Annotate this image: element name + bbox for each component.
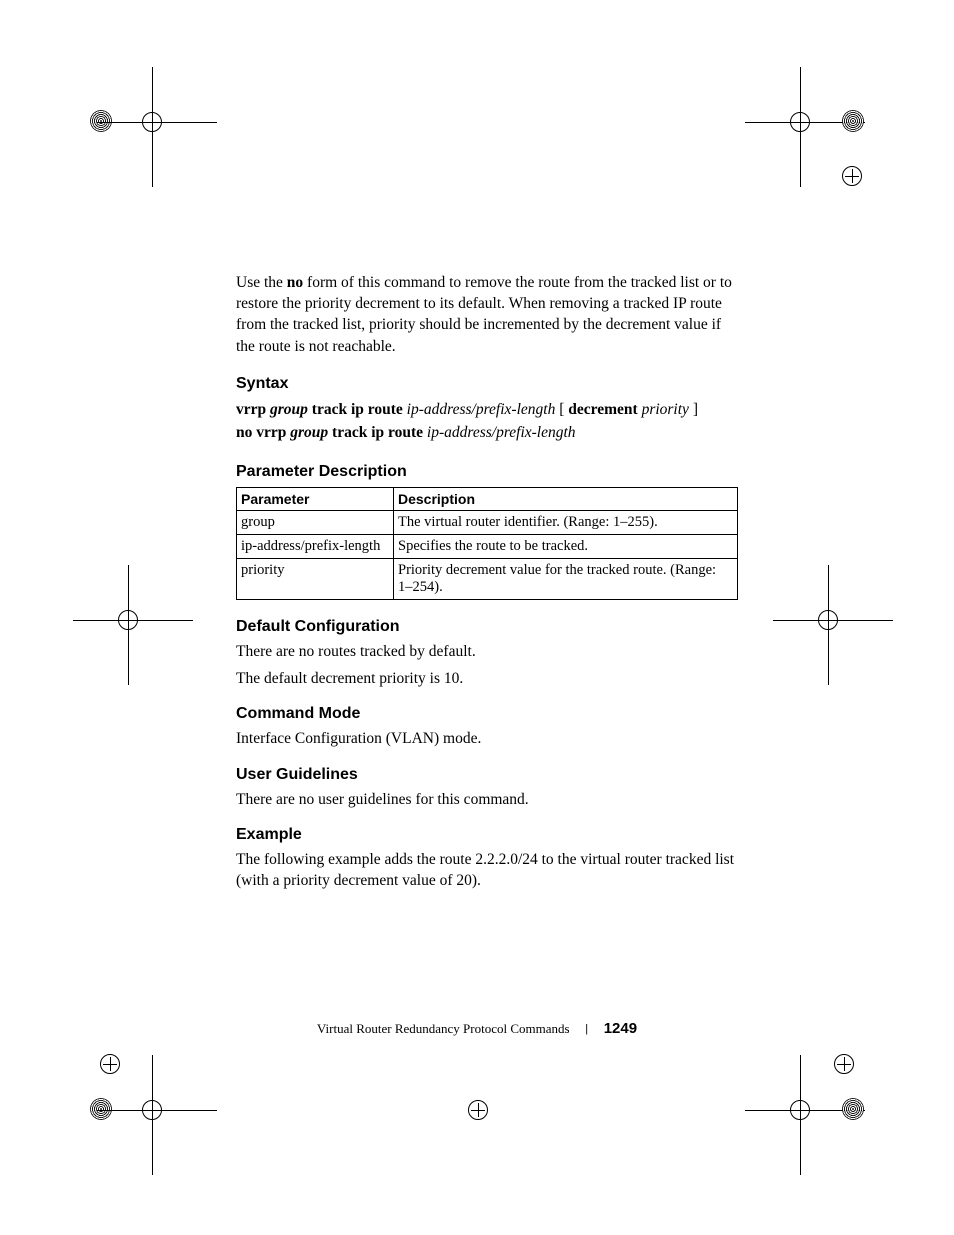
- crop-mark-icon: [834, 1054, 854, 1074]
- footer-page-number: 1249: [604, 1020, 637, 1037]
- crop-mark-icon: [818, 610, 838, 630]
- intro-no: no: [287, 274, 303, 291]
- crop-mark-icon: [142, 1100, 162, 1120]
- command-mode-heading: Command Mode: [236, 705, 740, 723]
- syntax-section: Syntax vrrp group track ip route ip-addr…: [236, 375, 740, 445]
- crop-mark-icon: [842, 166, 862, 186]
- command-mode-section: Command Mode Interface Configuration (VL…: [236, 705, 740, 749]
- registration-mark-icon: [842, 110, 864, 132]
- intro-paragraph: Use the no form of this command to remov…: [236, 272, 740, 358]
- footer-title: Virtual Router Redundancy Protocol Comma…: [317, 1021, 570, 1036]
- crop-mark-icon: [790, 112, 810, 132]
- registration-mark-icon: [90, 1098, 112, 1120]
- syntax-line-1: vrrp group track ip route ip-address/pre…: [236, 398, 740, 421]
- registration-mark-icon: [842, 1098, 864, 1120]
- default-config-section: Default Configuration There are no route…: [236, 618, 740, 690]
- intro-post: form of this command to remove the route…: [236, 274, 732, 355]
- crop-mark-icon: [468, 1100, 488, 1120]
- table-row: group The virtual router identifier. (Ra…: [237, 510, 738, 534]
- parameter-table: Parameter Description group The virtual …: [236, 487, 738, 600]
- crop-mark-icon: [100, 1054, 120, 1074]
- crop-mark-icon: [790, 1100, 810, 1120]
- intro-pre: Use the: [236, 274, 287, 291]
- user-guidelines-section: User Guidelines There are no user guidel…: [236, 766, 740, 810]
- registration-mark-icon: [90, 110, 112, 132]
- syntax-heading: Syntax: [236, 375, 740, 393]
- crop-mark-icon: [118, 610, 138, 630]
- example-p1: The following example adds the route 2.2…: [236, 849, 740, 892]
- crop-mark-icon: [142, 112, 162, 132]
- parameter-section: Parameter Description Parameter Descript…: [236, 463, 740, 600]
- parameter-heading: Parameter Description: [236, 463, 740, 481]
- col-description: Description: [394, 487, 738, 510]
- user-guidelines-heading: User Guidelines: [236, 766, 740, 784]
- page-footer: Virtual Router Redundancy Protocol Comma…: [0, 1020, 954, 1037]
- example-section: Example The following example adds the r…: [236, 826, 740, 892]
- user-guidelines-p1: There are no user guidelines for this co…: [236, 789, 740, 810]
- table-header-row: Parameter Description: [237, 487, 738, 510]
- default-p2: The default decrement priority is 10.: [236, 668, 740, 689]
- footer-separator: |: [585, 1023, 588, 1035]
- default-p1: There are no routes tracked by default.: [236, 641, 740, 662]
- table-row: priority Priority decrement value for th…: [237, 558, 738, 599]
- table-row: ip-address/prefix-length Specifies the r…: [237, 534, 738, 558]
- syntax-line-2: no vrrp group track ip route ip-address/…: [236, 421, 740, 444]
- example-heading: Example: [236, 826, 740, 844]
- default-config-heading: Default Configuration: [236, 618, 740, 636]
- page-content: Use the no form of this command to remov…: [236, 256, 740, 908]
- command-mode-p1: Interface Configuration (VLAN) mode.: [236, 728, 740, 749]
- col-parameter: Parameter: [237, 487, 394, 510]
